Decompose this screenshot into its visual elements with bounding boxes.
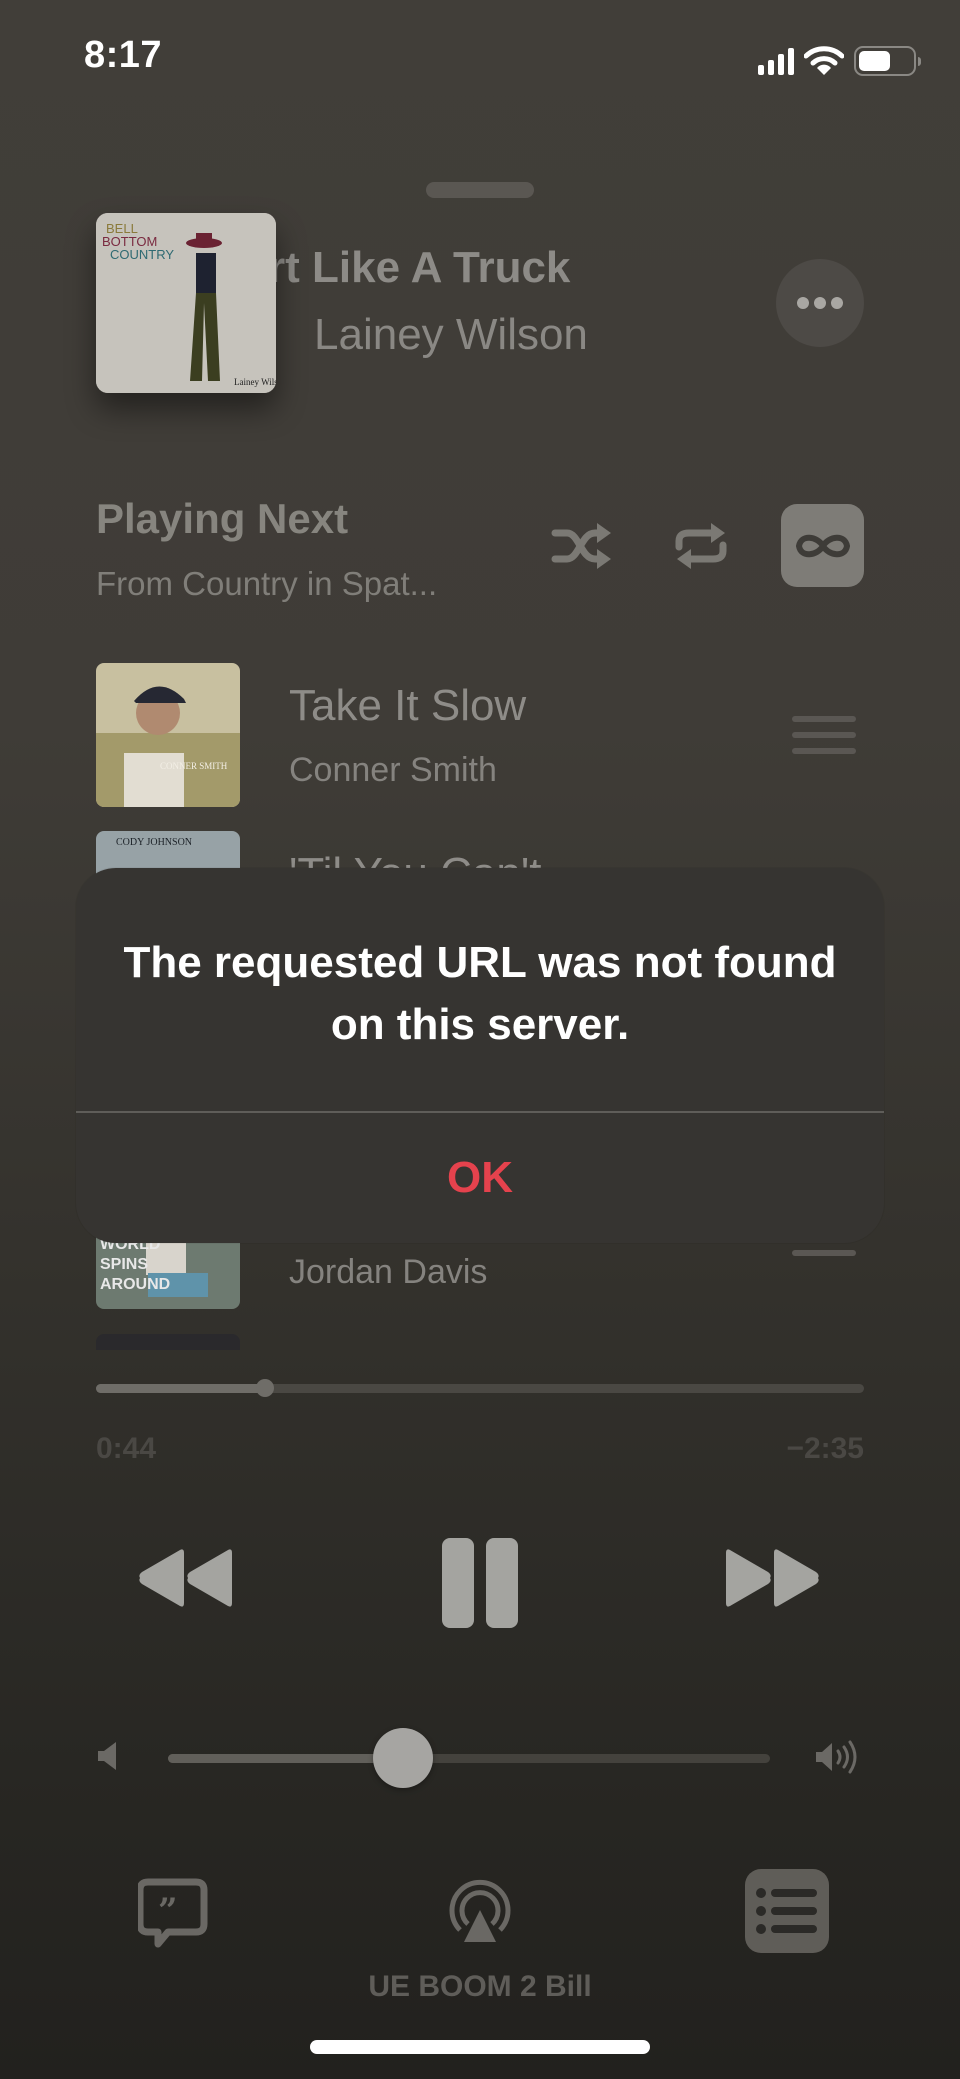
more-options-button[interactable] [776, 259, 864, 347]
battery-icon [854, 46, 921, 76]
reorder-handle[interactable] [792, 716, 856, 754]
playback-progress-slider[interactable] [96, 1379, 864, 1397]
queue-row-artwork-partial [96, 1334, 240, 1350]
artwork-text: CODY JOHNSON [116, 837, 192, 848]
queue-row-artwork: CONNER SMITH [96, 663, 240, 807]
queue-item-artist: Conner Smith [289, 751, 497, 789]
repeat-icon [675, 523, 727, 569]
cellular-signal-icon [758, 47, 794, 75]
alert-ok-button[interactable]: OK [76, 1113, 884, 1243]
repeat-button[interactable] [668, 516, 734, 576]
lyrics-button[interactable]: ” [136, 1878, 208, 1948]
now-playing-title: rt Like A Truck [268, 243, 571, 292]
airplay-audio-icon [449, 1879, 511, 1942]
queue-row[interactable]: CONNER SMITH Take It Slow Conner Smith [0, 663, 960, 809]
speaker-high-icon [814, 1740, 864, 1774]
alert-message: The requested URL was not found on this … [123, 938, 837, 1049]
sheet-grabber[interactable] [426, 182, 534, 198]
queue-item-title: Take It Slow [289, 681, 527, 730]
volume-knob[interactable] [372, 1728, 433, 1788]
handle-line [792, 748, 856, 754]
handle-line [792, 732, 856, 738]
playing-next-source[interactable]: From Country in Spat... [96, 565, 437, 603]
ellipsis-dot [814, 297, 826, 309]
svg-text:SPINS: SPINS [100, 1256, 148, 1273]
next-track-button[interactable] [718, 1548, 822, 1608]
pause-button[interactable] [440, 1536, 520, 1630]
svg-text:AROUND: AROUND [100, 1276, 170, 1293]
handle-line [792, 1250, 856, 1256]
playing-next-title: Playing Next [96, 495, 349, 542]
output-device-label[interactable]: UE BOOM 2 Bill [0, 1970, 960, 2004]
volume-fill [168, 1754, 403, 1763]
speaker-low-icon [96, 1740, 120, 1772]
home-indicator[interactable] [310, 2040, 650, 2054]
queue-list-icon [756, 1888, 817, 1934]
time-elapsed: 0:44 [96, 1432, 157, 1465]
infinity-icon [795, 534, 850, 557]
status-time: 8:17 [84, 34, 163, 76]
error-alert-dialog: The requested URL was not found on this … [76, 868, 884, 1243]
album-art-line-3: COUNTRY [110, 247, 174, 262]
album-art-image: BELL BOTTOM COUNTRY Lainey Wilson [96, 213, 276, 393]
queue-button[interactable] [745, 1869, 829, 1953]
status-icons [758, 44, 921, 78]
now-playing-artist[interactable]: Lainey Wilson [314, 310, 588, 360]
shuffle-icon [551, 523, 611, 569]
airplay-button[interactable] [446, 1878, 514, 1946]
time-remaining: −2:35 [786, 1432, 864, 1465]
fast-forward-icon [726, 1549, 819, 1607]
wifi-icon [804, 46, 844, 75]
shuffle-button[interactable] [548, 516, 618, 576]
lyrics-quote-bubble-icon: ” [136, 1878, 208, 1948]
album-art-signature: Lainey Wilson [234, 377, 276, 387]
handle-line [792, 716, 856, 722]
svg-text:”: ” [158, 1891, 178, 1931]
pause-icon [442, 1538, 518, 1628]
volume-slider[interactable] [168, 1728, 770, 1788]
autoplay-button[interactable] [781, 504, 864, 587]
previous-track-button[interactable] [136, 1548, 240, 1608]
ellipsis-dot [831, 297, 843, 309]
progress-knob[interactable] [255, 1379, 274, 1397]
ellipsis-dot [797, 297, 809, 309]
rewind-icon [139, 1549, 232, 1607]
queue-item-artist: Jordan Davis [289, 1253, 488, 1291]
reorder-handle[interactable] [792, 1250, 856, 1258]
progress-fill [96, 1384, 265, 1393]
artwork-text: CONNER SMITH [160, 761, 228, 771]
now-playing-album-art[interactable]: BELL BOTTOM COUNTRY Lainey Wilson [96, 213, 276, 393]
